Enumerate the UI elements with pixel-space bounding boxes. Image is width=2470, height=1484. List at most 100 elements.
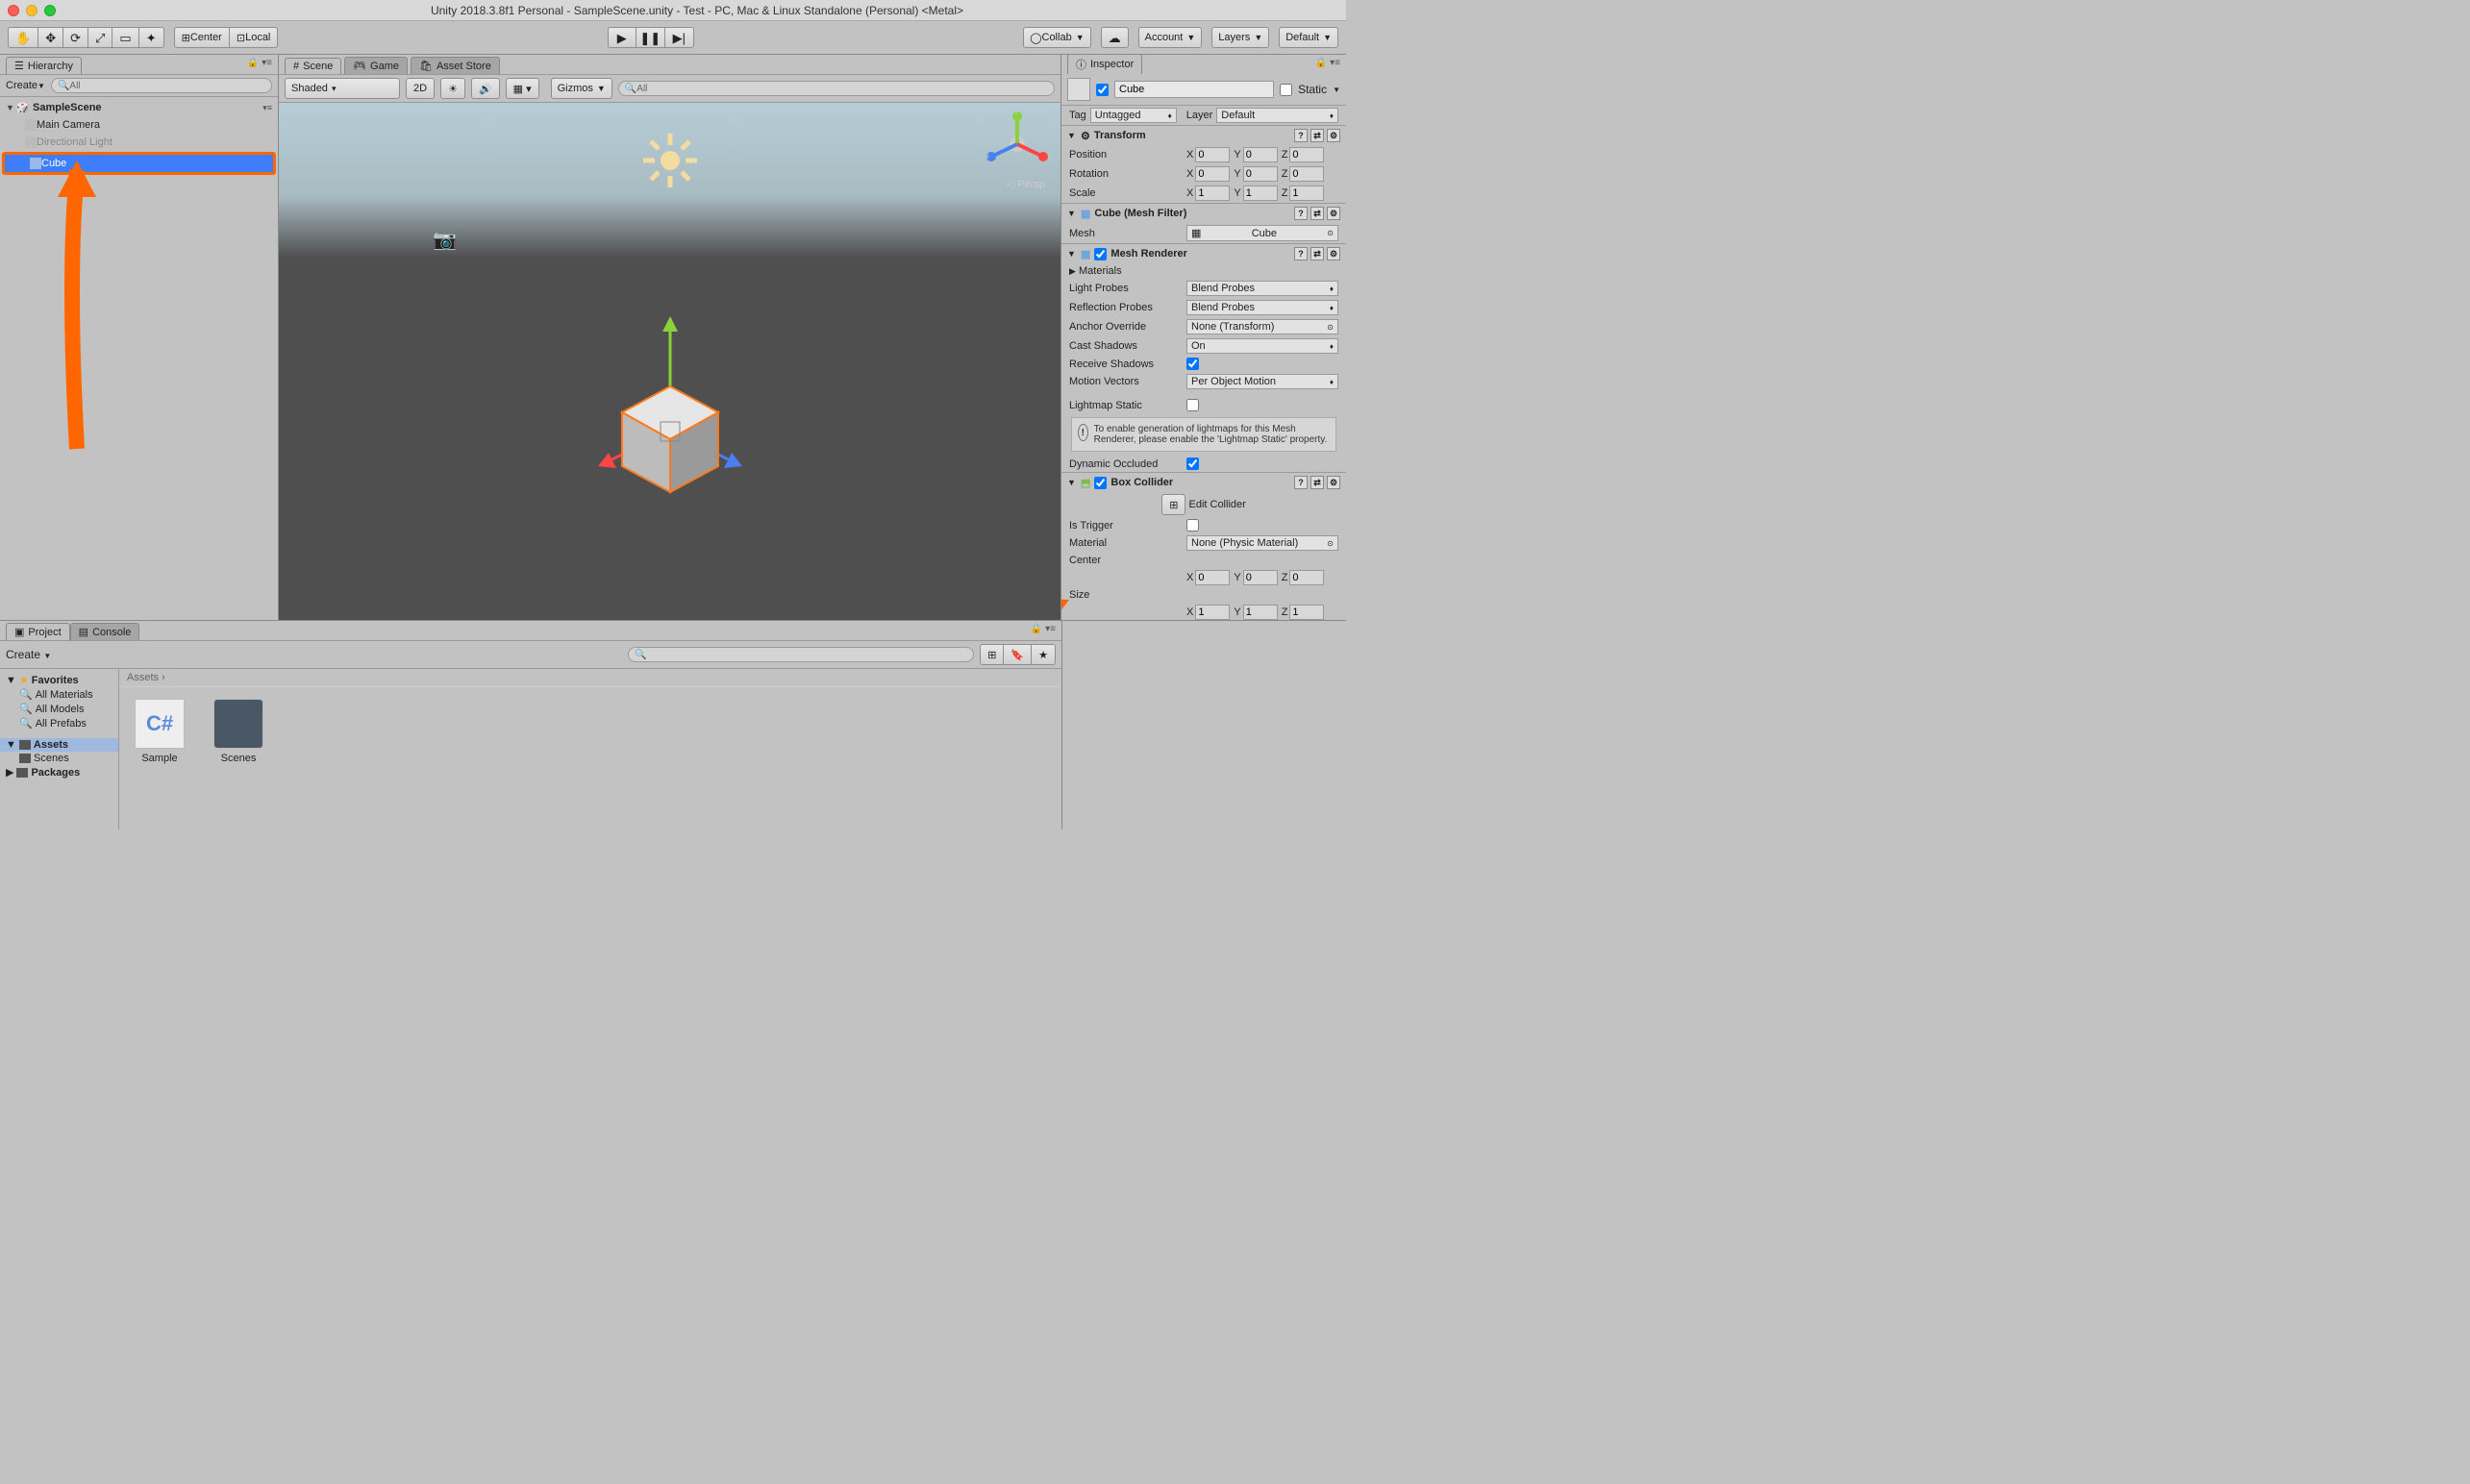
- fav-materials[interactable]: 🔍All Materials: [0, 687, 118, 702]
- scale-y-input[interactable]: [1243, 186, 1278, 201]
- filter-hierarchy-icon[interactable]: ⊞: [980, 644, 1004, 665]
- cc-x[interactable]: [1195, 570, 1230, 585]
- game-tab[interactable]: 🎮 Game: [344, 57, 408, 74]
- hierarchy-create-dropdown[interactable]: Create ▼: [6, 80, 45, 91]
- transform-component-header[interactable]: ▼⚙Transform?⇄⚙: [1061, 126, 1346, 145]
- fav-prefabs[interactable]: 🔍All Prefabs: [0, 716, 118, 730]
- pause-button[interactable]: ❚❚: [636, 27, 665, 48]
- meshfilter-header[interactable]: ▼▦Cube (Mesh Filter)?⇄⚙: [1061, 204, 1346, 223]
- rotate-tool-button[interactable]: ⟳: [63, 27, 88, 48]
- account-dropdown[interactable]: Account▼: [1138, 27, 1203, 48]
- layer-dropdown[interactable]: Default♦: [1216, 108, 1338, 123]
- gameobject-icon[interactable]: [1067, 78, 1090, 101]
- layout-dropdown[interactable]: Default▼: [1279, 27, 1338, 48]
- lightprobes-dropdown[interactable]: Blend Probes♦: [1186, 281, 1338, 296]
- rot-z-input[interactable]: [1289, 166, 1324, 182]
- pos-z-input[interactable]: [1289, 147, 1324, 162]
- shaded-dropdown[interactable]: Shaded▾: [285, 78, 400, 99]
- meshrenderer-enable-checkbox[interactable]: [1094, 248, 1107, 260]
- gear-icon[interactable]: ⚙: [1327, 129, 1340, 142]
- hierarchy-item-cube[interactable]: Cube: [5, 155, 273, 172]
- static-checkbox[interactable]: [1280, 84, 1292, 96]
- pivot-center-toggle[interactable]: ⊞ Center: [174, 27, 230, 48]
- project-create-dropdown[interactable]: Create ▼: [6, 648, 51, 661]
- assets-row[interactable]: ▼Assets: [0, 738, 118, 752]
- step-button[interactable]: ▶|: [665, 27, 694, 48]
- hierarchy-search-input[interactable]: 🔍 All: [51, 78, 272, 93]
- favorites-row[interactable]: ▼★Favorites: [0, 673, 118, 687]
- hierarchy-item-camera[interactable]: Main Camera: [0, 116, 278, 134]
- gameobject-active-checkbox[interactable]: [1096, 84, 1109, 96]
- window-minimize-button[interactable]: [26, 5, 37, 16]
- hand-tool-button[interactable]: ✋: [8, 27, 38, 48]
- scene-audio-toggle[interactable]: 🔊: [471, 78, 500, 99]
- fav-models[interactable]: 🔍All Models: [0, 702, 118, 716]
- inspector-tab[interactable]: ⓘ Inspector: [1067, 55, 1142, 74]
- scene-root[interactable]: ▼🎲SampleScene ▾≡: [0, 99, 278, 116]
- play-button[interactable]: ▶: [608, 27, 636, 48]
- anchor-field[interactable]: None (Transform)⊙: [1186, 319, 1338, 334]
- panel-menu-icon[interactable]: 🔒 ▾≡: [1315, 58, 1340, 68]
- scene-tab[interactable]: # Scene: [285, 58, 341, 74]
- scene-search-input[interactable]: 🔍 All: [618, 81, 1055, 96]
- unified-tool-button[interactable]: ✦: [139, 27, 164, 48]
- cs-x[interactable]: [1195, 605, 1230, 620]
- physmat-field[interactable]: None (Physic Material)⊙: [1186, 535, 1338, 551]
- boxcollider-enable-checkbox[interactable]: [1094, 477, 1107, 489]
- window-close-button[interactable]: [8, 5, 19, 16]
- layers-dropdown[interactable]: Layers▼: [1211, 27, 1269, 48]
- rot-x-input[interactable]: [1195, 166, 1230, 182]
- preset-icon[interactable]: ⇄: [1310, 129, 1324, 142]
- cloud-button[interactable]: ☁: [1101, 27, 1129, 48]
- panel-menu-icon[interactable]: 🔒 ▾≡: [1031, 624, 1056, 634]
- istrigger-checkbox[interactable]: [1186, 519, 1199, 532]
- mesh-field[interactable]: ▦ Cube⊙: [1186, 225, 1338, 241]
- boxcollider-header[interactable]: ▼⬒Box Collider?⇄⚙: [1061, 473, 1346, 492]
- collab-dropdown[interactable]: ◯ Collab▼: [1023, 27, 1090, 48]
- rot-y-input[interactable]: [1243, 166, 1278, 182]
- motion-dropdown[interactable]: Per Object Motion♦: [1186, 374, 1338, 389]
- gameobject-name-input[interactable]: [1114, 81, 1274, 98]
- project-item-sample[interactable]: C#Sample: [131, 699, 188, 764]
- cc-z[interactable]: [1289, 570, 1324, 585]
- scene-cube-gizmo[interactable]: [574, 305, 766, 509]
- scene-viewport[interactable]: 📷 y z x ◁ Persp: [279, 103, 1060, 620]
- meshrenderer-header[interactable]: ▼▦Mesh Renderer?⇄⚙: [1061, 244, 1346, 263]
- static-dropdown-icon[interactable]: ▼: [1333, 86, 1340, 94]
- scene-fx-toggle[interactable]: ▦ ▾: [506, 78, 539, 99]
- project-item-scenes[interactable]: Scenes: [210, 699, 267, 764]
- hierarchy-tab[interactable]: ☰ Hierarchy: [6, 57, 82, 74]
- console-tab[interactable]: ▤ Console: [70, 623, 140, 640]
- project-search-input[interactable]: 🔍: [628, 647, 974, 662]
- recvshadows-checkbox[interactable]: [1186, 358, 1199, 370]
- dynocc-checkbox[interactable]: [1186, 458, 1199, 470]
- asset-store-tab[interactable]: 🛍 Asset Store: [411, 57, 500, 74]
- scene-axis-gizmo[interactable]: y z x: [984, 111, 1051, 178]
- editcollider-iconbutton[interactable]: ⊞: [1161, 494, 1185, 515]
- persp-label[interactable]: ◁ Persp: [1007, 178, 1045, 190]
- lightmap-static-checkbox[interactable]: [1186, 399, 1199, 411]
- tag-dropdown[interactable]: Untagged♦: [1090, 108, 1177, 123]
- packages-row[interactable]: ▶Packages: [0, 765, 118, 779]
- scale-x-input[interactable]: [1195, 186, 1230, 201]
- panel-menu-icon[interactable]: 🔒 ▾≡: [247, 58, 272, 68]
- project-breadcrumb[interactable]: Assets ›: [119, 669, 1061, 687]
- castshadows-dropdown[interactable]: On♦: [1186, 338, 1338, 354]
- hierarchy-item-light[interactable]: Directional Light: [0, 134, 278, 151]
- pos-y-input[interactable]: [1243, 147, 1278, 162]
- move-tool-button[interactable]: ✥: [38, 27, 63, 48]
- help-icon[interactable]: ?: [1294, 129, 1308, 142]
- gizmos-dropdown[interactable]: Gizmos▼: [551, 78, 612, 99]
- reflprobes-dropdown[interactable]: Blend Probes♦: [1186, 300, 1338, 315]
- scale-z-input[interactable]: [1289, 186, 1324, 201]
- filter-type-icon[interactable]: 🔖: [1004, 644, 1032, 665]
- assets-scenes-row[interactable]: Scenes: [0, 752, 118, 765]
- pos-x-input[interactable]: [1195, 147, 1230, 162]
- scene-2d-toggle[interactable]: 2D: [406, 78, 435, 99]
- cc-y[interactable]: [1243, 570, 1278, 585]
- filter-star-icon[interactable]: ★: [1032, 644, 1056, 665]
- window-maximize-button[interactable]: [44, 5, 56, 16]
- scale-tool-button[interactable]: ⤢: [88, 27, 112, 48]
- cs-z[interactable]: [1289, 605, 1324, 620]
- project-tab[interactable]: ▣ Project: [6, 623, 70, 640]
